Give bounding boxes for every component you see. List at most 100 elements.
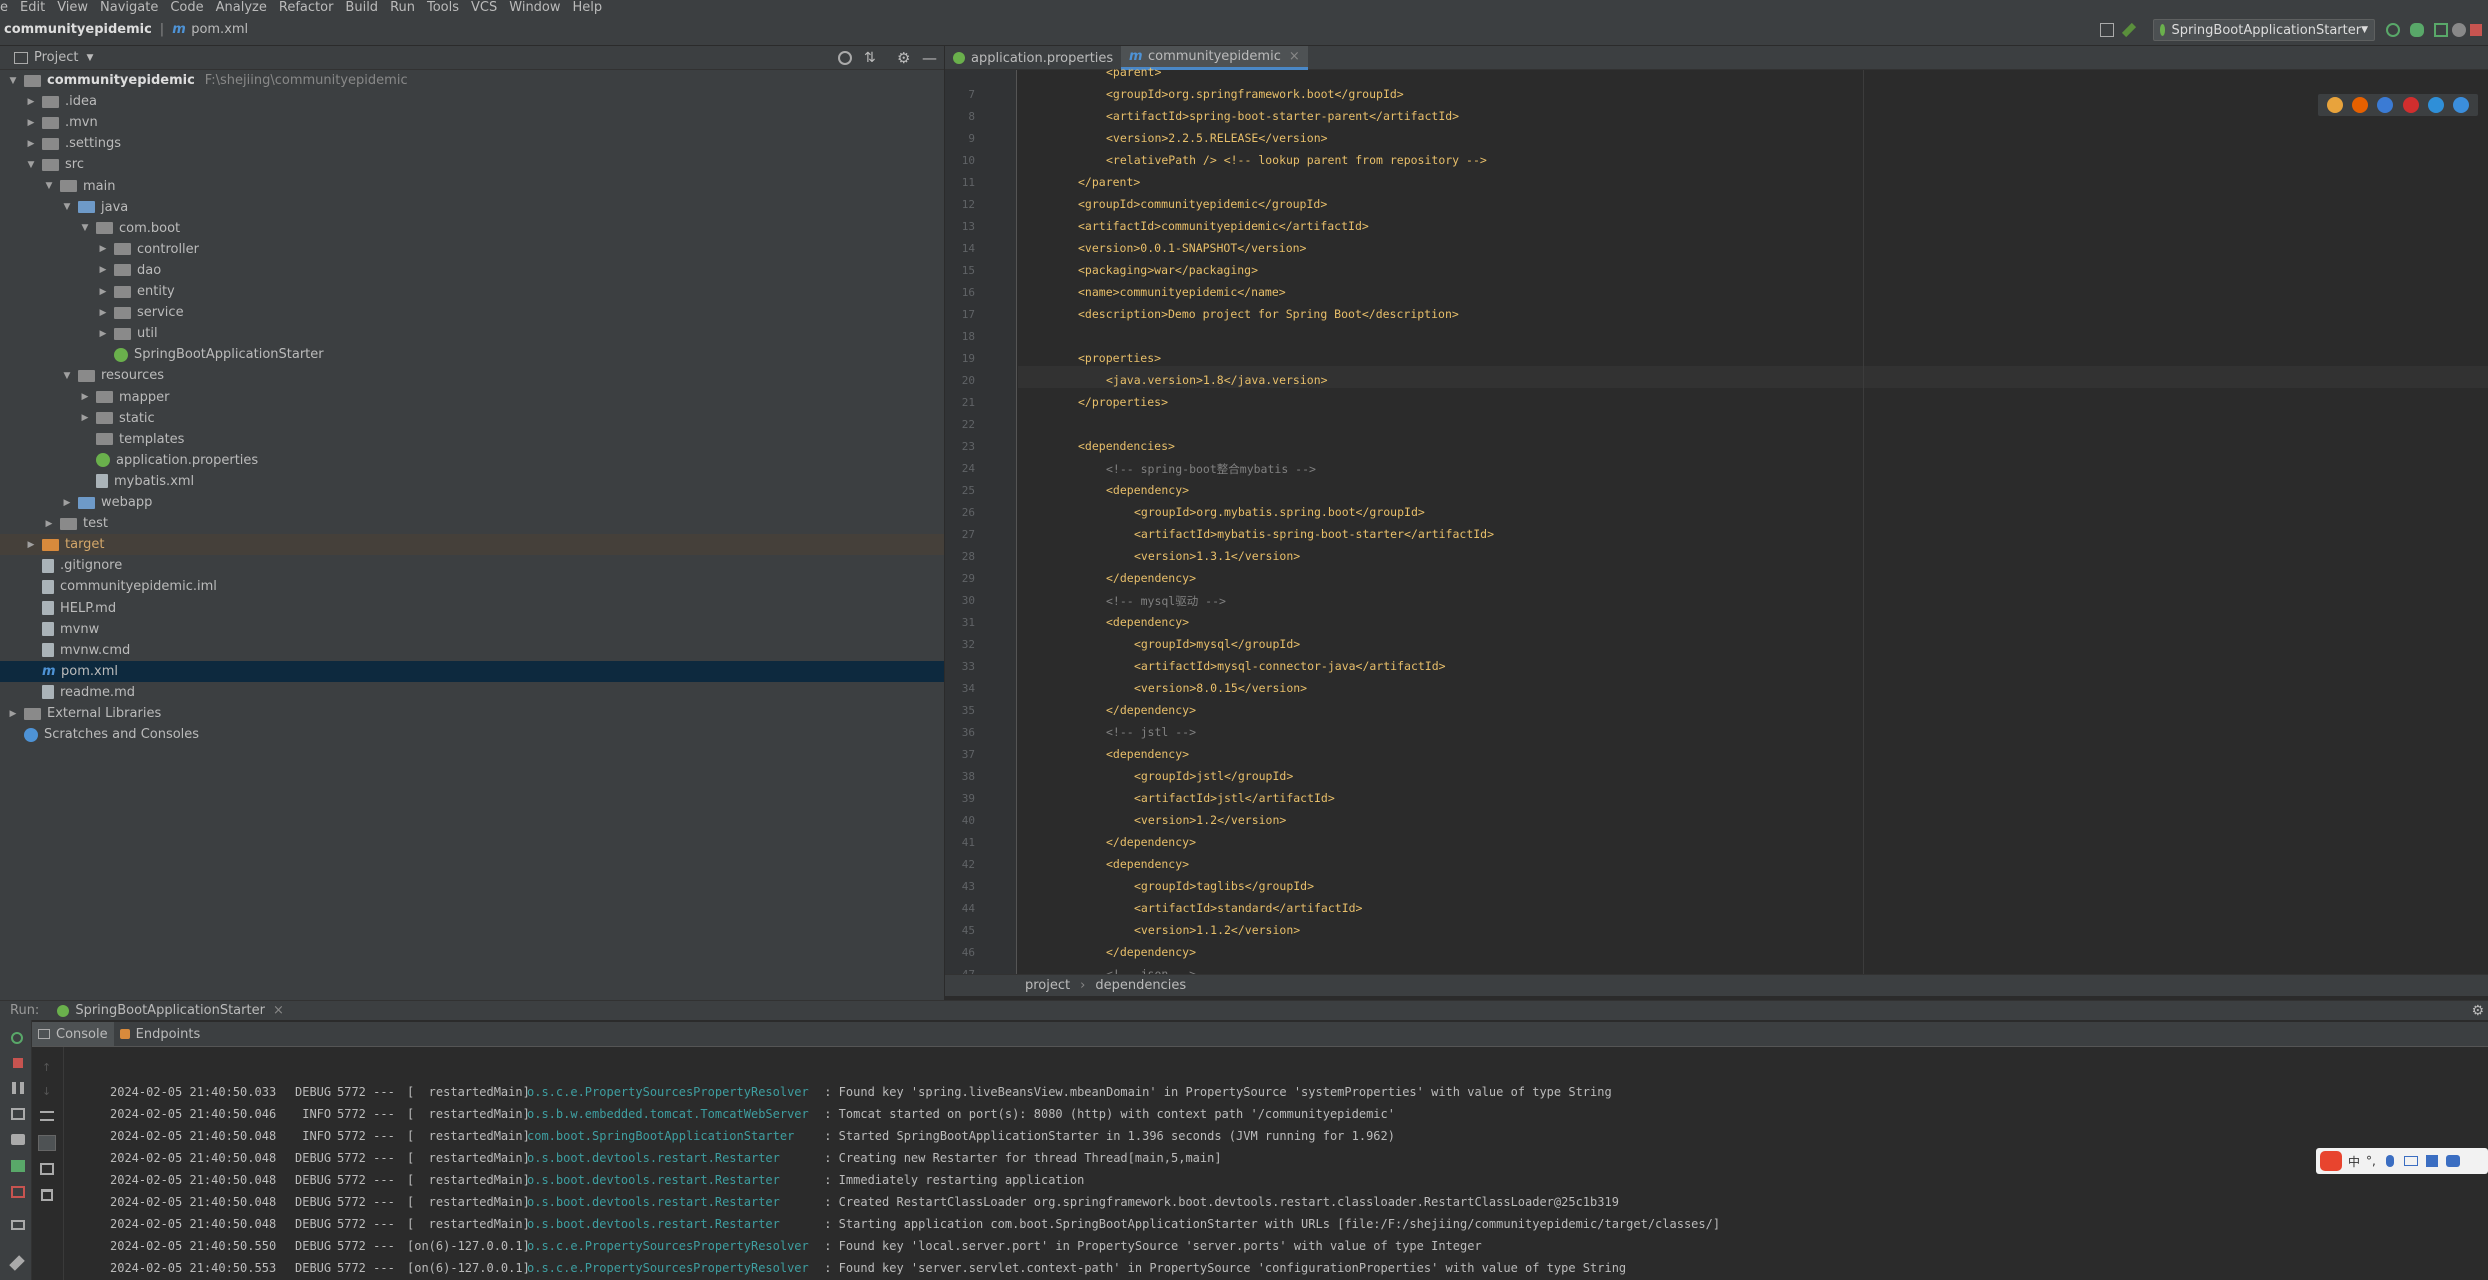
chevron-right-icon[interactable]: ▶ [26,139,36,149]
safari-icon[interactable] [2377,97,2394,113]
tree-item[interactable]: ▼ resources [0,365,944,386]
close-icon[interactable]: × [273,1003,284,1018]
chevron-right-icon[interactable]: ▶ [62,498,72,508]
exit-icon[interactable] [11,1186,25,1198]
tree-item[interactable]: ▶ static [0,408,944,429]
chevron-down-icon[interactable]: ▼ [62,202,72,212]
breadcrumb-item-dependencies[interactable]: dependencies [1095,978,1186,993]
pin-icon[interactable] [9,1255,25,1271]
menu-item-build[interactable]: Build [345,0,378,15]
chevron-right-icon[interactable]: ▶ [80,413,90,423]
chevron-down-icon[interactable]: ▼ [62,371,72,381]
chevron-down-icon[interactable]: ▼ [44,181,54,191]
chevron-right-icon[interactable]: ▶ [44,519,54,529]
tree-item[interactable]: m pom.xml [0,660,944,682]
tree-item[interactable]: ▶ service [0,302,944,323]
keyboard-icon[interactable] [2403,1156,2418,1166]
tree-item[interactable]: mvnw.cmd [0,640,944,661]
trash-icon[interactable] [41,1189,53,1201]
menu-item-window[interactable]: Window [509,0,560,15]
layout-icon[interactable] [2100,23,2114,37]
menu-item-edit[interactable]: Edit [20,0,45,15]
tree-item[interactable]: mybatis.xml [0,471,944,492]
tree-item[interactable]: ▼ java [0,197,944,218]
punctuation-icon[interactable]: °, [2366,1154,2376,1168]
tree-item[interactable]: ▼ src [0,154,944,175]
menu-item-analyze[interactable]: Analyze [216,0,267,15]
tree-item[interactable]: mvnw [0,619,944,640]
restore-layout-icon[interactable] [11,1108,25,1120]
tree-item[interactable]: ▼ com.boot [0,218,944,239]
tree-item[interactable]: ▶ target [0,534,944,556]
microphone-icon[interactable] [2385,1155,2394,1167]
nav-project[interactable]: communityepidemic [4,22,152,37]
gear-icon[interactable]: ⚙ [2471,1003,2484,1019]
nav-file[interactable]: pom.xml [191,22,248,37]
chevron-down-icon[interactable]: ▼ [86,53,93,63]
tree-item[interactable]: Scratches and Consoles [0,724,944,745]
chrome-icon[interactable] [2326,97,2343,113]
chevron-right-icon[interactable]: ▶ [26,540,36,550]
menu-item-tools[interactable]: Tools [427,0,459,15]
tree-item[interactable]: ▶ controller [0,239,944,260]
tree-item[interactable]: SpringBootApplicationStarter [0,344,944,365]
chevron-right-icon[interactable]: ▶ [98,244,108,254]
ime-mode-label[interactable]: 中 [2348,1153,2360,1170]
breadcrumb-item-project[interactable]: project [1025,978,1070,993]
tree-item[interactable]: ▶ .idea [0,91,944,112]
console-output[interactable]: ↑ ↓ 2024-02-05 21:40:50.033 DEBUG 5772 -… [32,1046,2488,1280]
print-icon[interactable] [40,1163,54,1175]
tree-item[interactable]: ▶ webapp [0,492,944,513]
minimize-icon[interactable]: — [922,49,937,67]
build-hammer-icon[interactable] [2121,22,2137,38]
pause-icon[interactable] [12,1082,24,1094]
collapse-all-icon[interactable]: ⇅ [864,50,876,66]
chevron-down-icon[interactable]: ▼ [8,76,18,86]
stop-icon[interactable] [2470,24,2482,36]
tab-console[interactable]: Console [32,1022,114,1046]
tab-endpoints[interactable]: Endpoints [114,1027,207,1042]
tree-item[interactable]: ▶ .settings [0,133,944,154]
gear-icon[interactable]: ⚙ [897,49,910,67]
chevron-right-icon[interactable]: ▶ [26,97,36,107]
soft-wrap-icon[interactable] [40,1111,54,1121]
tree-item[interactable]: readme.md [0,682,944,703]
down-arrow-icon[interactable]: ↓ [42,1085,51,1098]
run-config-select[interactable]: SpringBootApplicationStarter ▼ [2153,19,2375,41]
chevron-right-icon[interactable]: ▶ [26,118,36,128]
camera-icon[interactable] [11,1134,25,1145]
opera-icon[interactable] [2402,97,2419,113]
tree-item[interactable]: .gitignore [0,555,944,576]
tree-item[interactable]: ▶ External Libraries [0,703,944,724]
tree-item[interactable]: ▶ dao [0,260,944,281]
menu-item-help[interactable]: Help [573,0,603,15]
scroll-to-end-icon[interactable] [38,1135,56,1151]
debug-icon[interactable] [2410,23,2424,37]
run-config-tab[interactable]: SpringBootApplicationStarter [75,1003,265,1018]
stop-icon[interactable] [13,1058,23,1068]
chevron-right-icon[interactable]: ▶ [98,265,108,275]
menu-item-e[interactable]: e [0,0,8,15]
tree-item[interactable]: application.properties [0,450,944,471]
tree-item[interactable]: ▶ util [0,323,944,344]
chevron-right-icon[interactable]: ▶ [98,308,108,318]
chevron-right-icon[interactable]: ▶ [98,287,108,297]
chevron-down-icon[interactable]: ▼ [26,160,36,170]
rerun-icon[interactable] [2386,23,2400,37]
tree-item[interactable]: templates [0,429,944,450]
chevron-right-icon[interactable]: ▶ [80,392,90,402]
coverage-icon[interactable] [2434,23,2448,37]
tree-item[interactable]: ▶ mapper [0,387,944,408]
tree-item[interactable]: communityepidemic.iml [0,576,944,597]
skin-icon[interactable] [2425,1155,2438,1167]
tree-item[interactable]: ▼ communityepidemic F:\shejiing\communitye… [0,70,944,91]
project-view-label[interactable]: Project [34,50,78,65]
chevron-right-icon[interactable]: ▶ [98,329,108,339]
settings-icon[interactable] [11,1220,25,1230]
tree-item[interactable]: HELP.md [0,598,944,619]
tree-item[interactable]: ▶ entity [0,281,944,302]
profile-icon[interactable] [2452,23,2466,37]
locate-icon[interactable] [838,50,852,65]
menu-item-vcs[interactable]: VCS [471,0,497,15]
menu-item-navigate[interactable]: Navigate [100,0,158,15]
